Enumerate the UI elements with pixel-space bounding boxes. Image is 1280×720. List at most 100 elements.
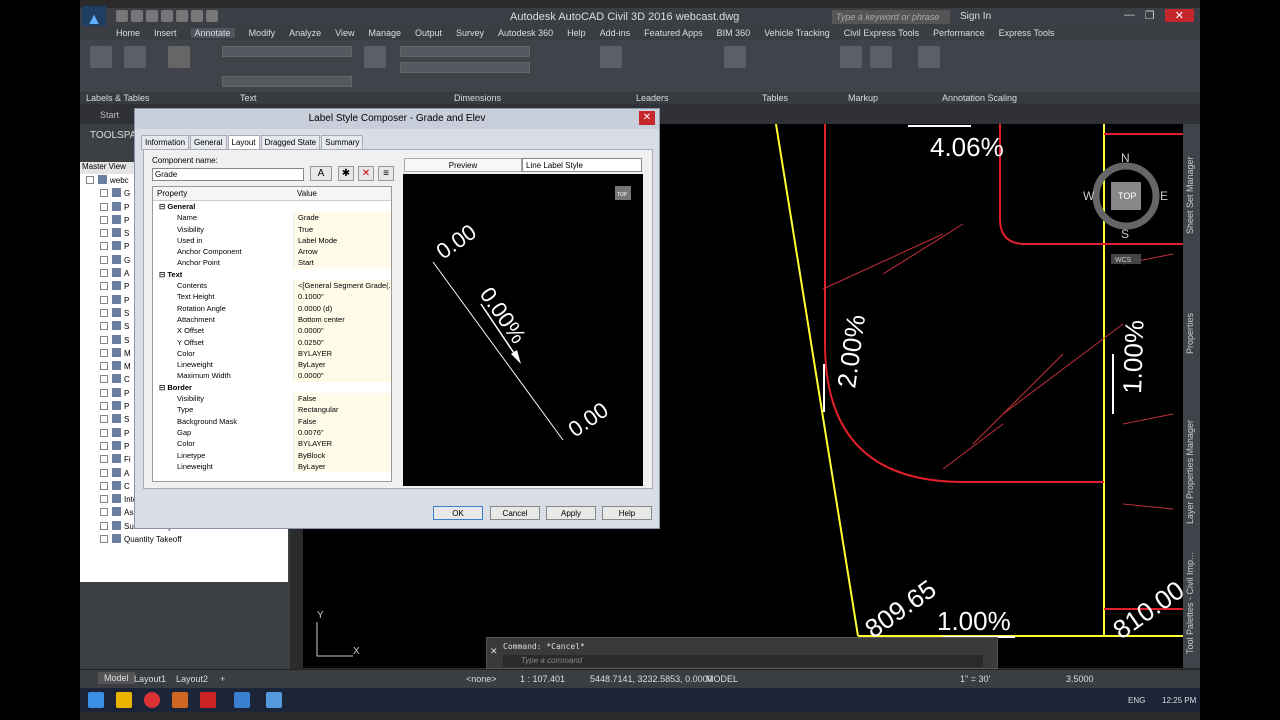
expand-icon[interactable] [100, 521, 108, 530]
text-style-select[interactable] [222, 46, 352, 57]
property-row[interactable]: Color BYLAYER [153, 438, 391, 450]
ribbon-tab-annotate[interactable]: Annotate [190, 28, 235, 38]
tab-layout[interactable]: Layout [227, 135, 260, 150]
property-value[interactable]: 0.0000" [293, 325, 391, 337]
tab-information[interactable]: Information [141, 135, 190, 150]
property-row[interactable]: Y Offset 0.0250" [153, 336, 391, 348]
property-value[interactable]: 0.0000 (d) [293, 302, 391, 314]
expand-icon[interactable] [100, 455, 108, 464]
create-text-component-icon[interactable]: A [310, 166, 332, 181]
property-row[interactable]: Text Height 0.1000" [153, 291, 391, 303]
ribbon-tab-view[interactable]: View [335, 28, 354, 38]
property-row[interactable]: Used in Label Mode [153, 234, 391, 247]
property-row[interactable]: Linetype ByBlock [153, 449, 391, 461]
save-icon[interactable] [146, 10, 158, 22]
open-icon[interactable] [131, 10, 143, 22]
help-button[interactable]: Help [602, 506, 652, 520]
apply-button[interactable]: Apply [546, 506, 596, 520]
expand-icon[interactable] [100, 402, 108, 411]
label-elev-left[interactable]: 809.65 [859, 574, 941, 644]
delete-component-icon[interactable]: ✕ [358, 166, 374, 181]
close-icon[interactable]: ✕ [1164, 9, 1194, 22]
wcs-menu[interactable]: WCS [1115, 257, 1132, 264]
expand-icon[interactable] [100, 308, 108, 317]
lineweight-value[interactable]: 3.5000 [1066, 674, 1094, 684]
dim-style-select[interactable] [400, 46, 530, 57]
category-row[interactable]: ⊟ Text [153, 268, 391, 281]
close-command-icon[interactable]: ✕ [490, 646, 498, 657]
table-icon[interactable] [724, 46, 746, 68]
add-layout-icon[interactable]: + [220, 674, 225, 684]
panel-title-labels-tables[interactable]: Labels & Tables [86, 93, 149, 103]
annotation-scale-icon[interactable] [918, 46, 940, 68]
search-input[interactable]: Type a keyword or phrase [832, 10, 950, 24]
ribbon-tab-bim-360[interactable]: BIM 360 [717, 28, 751, 38]
app-icon[interactable] [172, 692, 188, 708]
property-row[interactable]: Visibility False [153, 393, 391, 405]
command-line[interactable]: ✕ Command: *Cancel* Type a command [486, 637, 998, 669]
property-row[interactable]: Lineweight ByLayer [153, 359, 391, 371]
label-grade-top[interactable]: 4.06% [930, 132, 1004, 162]
property-value[interactable]: Bottom center [293, 313, 391, 326]
label-grade-left[interactable]: 2.00% [831, 313, 871, 390]
property-value[interactable]: False [293, 415, 391, 427]
expand-icon[interactable] [100, 255, 108, 264]
preview-style-select[interactable]: Line Label Style [522, 158, 642, 172]
explorer-icon[interactable] [116, 692, 132, 708]
viewcube-w[interactable]: W [1083, 189, 1095, 203]
start-tab[interactable]: Start [100, 110, 119, 120]
maximize-icon[interactable]: ❐ [1145, 9, 1155, 22]
tree-item[interactable]: Quantity Takeoff [80, 533, 288, 546]
category-row[interactable]: ⊟ General [153, 201, 391, 213]
ok-button[interactable]: OK [433, 506, 483, 520]
panel-title-tables[interactable]: Tables [762, 93, 788, 103]
ribbon-tab-autodesk-360[interactable]: Autodesk 360 [498, 28, 553, 38]
copy-component-icon[interactable]: ✱ [338, 166, 354, 181]
property-row[interactable]: Maximum Width 0.0000" [153, 370, 391, 382]
ribbon-tab-vehicle-tracking[interactable]: Vehicle Tracking [764, 28, 830, 38]
viewcube-s[interactable]: S [1121, 227, 1129, 241]
add-tables-icon[interactable] [124, 46, 146, 68]
property-value[interactable]: Rectangular [293, 404, 391, 416]
ribbon-tab-survey[interactable]: Survey [456, 28, 484, 38]
dimension-icon[interactable] [364, 46, 386, 68]
expand-icon[interactable] [100, 441, 108, 450]
print-icon[interactable] [176, 10, 188, 22]
property-row[interactable]: Background Mask False [153, 415, 391, 427]
side-palette-tab[interactable]: Tool Palettes - Civil Imp... [1185, 552, 1195, 654]
expand-icon[interactable] [100, 322, 108, 331]
text-height-field[interactable] [222, 76, 352, 87]
new-icon[interactable] [116, 10, 128, 22]
viewcube-e[interactable]: E [1160, 189, 1168, 203]
property-row[interactable]: Color BYLAYER [153, 347, 391, 360]
dialog-close-icon[interactable]: ✕ [639, 111, 655, 125]
expand-icon[interactable] [100, 189, 108, 198]
pdf-icon[interactable] [200, 692, 216, 708]
side-palette-tab[interactable]: Layer Properties Manager [1185, 420, 1195, 524]
command-input[interactable]: Type a command [503, 655, 983, 667]
chrome-icon[interactable] [144, 692, 160, 708]
ribbon-tab-home[interactable]: Home [116, 28, 140, 38]
property-value[interactable]: ByLayer [293, 359, 391, 371]
expand-icon[interactable] [100, 388, 108, 397]
expand-icon[interactable] [100, 415, 108, 424]
expand-icon[interactable] [100, 295, 108, 304]
expand-icon[interactable] [100, 375, 108, 384]
property-row[interactable]: Name Grade [153, 212, 391, 224]
ribbon-tab-civil-express-tools[interactable]: Civil Express Tools [844, 28, 919, 38]
property-row[interactable]: Anchor Component Arrow [153, 246, 391, 258]
undo-icon[interactable] [191, 10, 203, 22]
panel-title-annotation-scaling[interactable]: Annotation Scaling [942, 93, 1017, 103]
property-value[interactable]: False [293, 393, 391, 405]
expand-icon[interactable] [100, 229, 108, 238]
markup-import-icon[interactable] [870, 46, 892, 68]
multileader-icon[interactable] [600, 46, 622, 68]
side-palette-tab[interactable]: Sheet Set Manager [1185, 156, 1195, 234]
annotation-scale[interactable]: 1" = 30' [960, 674, 990, 684]
markup-icon[interactable] [840, 46, 862, 68]
tab-dragged-state[interactable]: Dragged State [260, 135, 321, 150]
save-as-icon[interactable] [161, 10, 173, 22]
clock[interactable]: 12:25 PM [1162, 696, 1196, 705]
viewport-scale[interactable]: 1 : 107.401 [520, 674, 565, 684]
property-value[interactable]: ByBlock [293, 449, 391, 461]
